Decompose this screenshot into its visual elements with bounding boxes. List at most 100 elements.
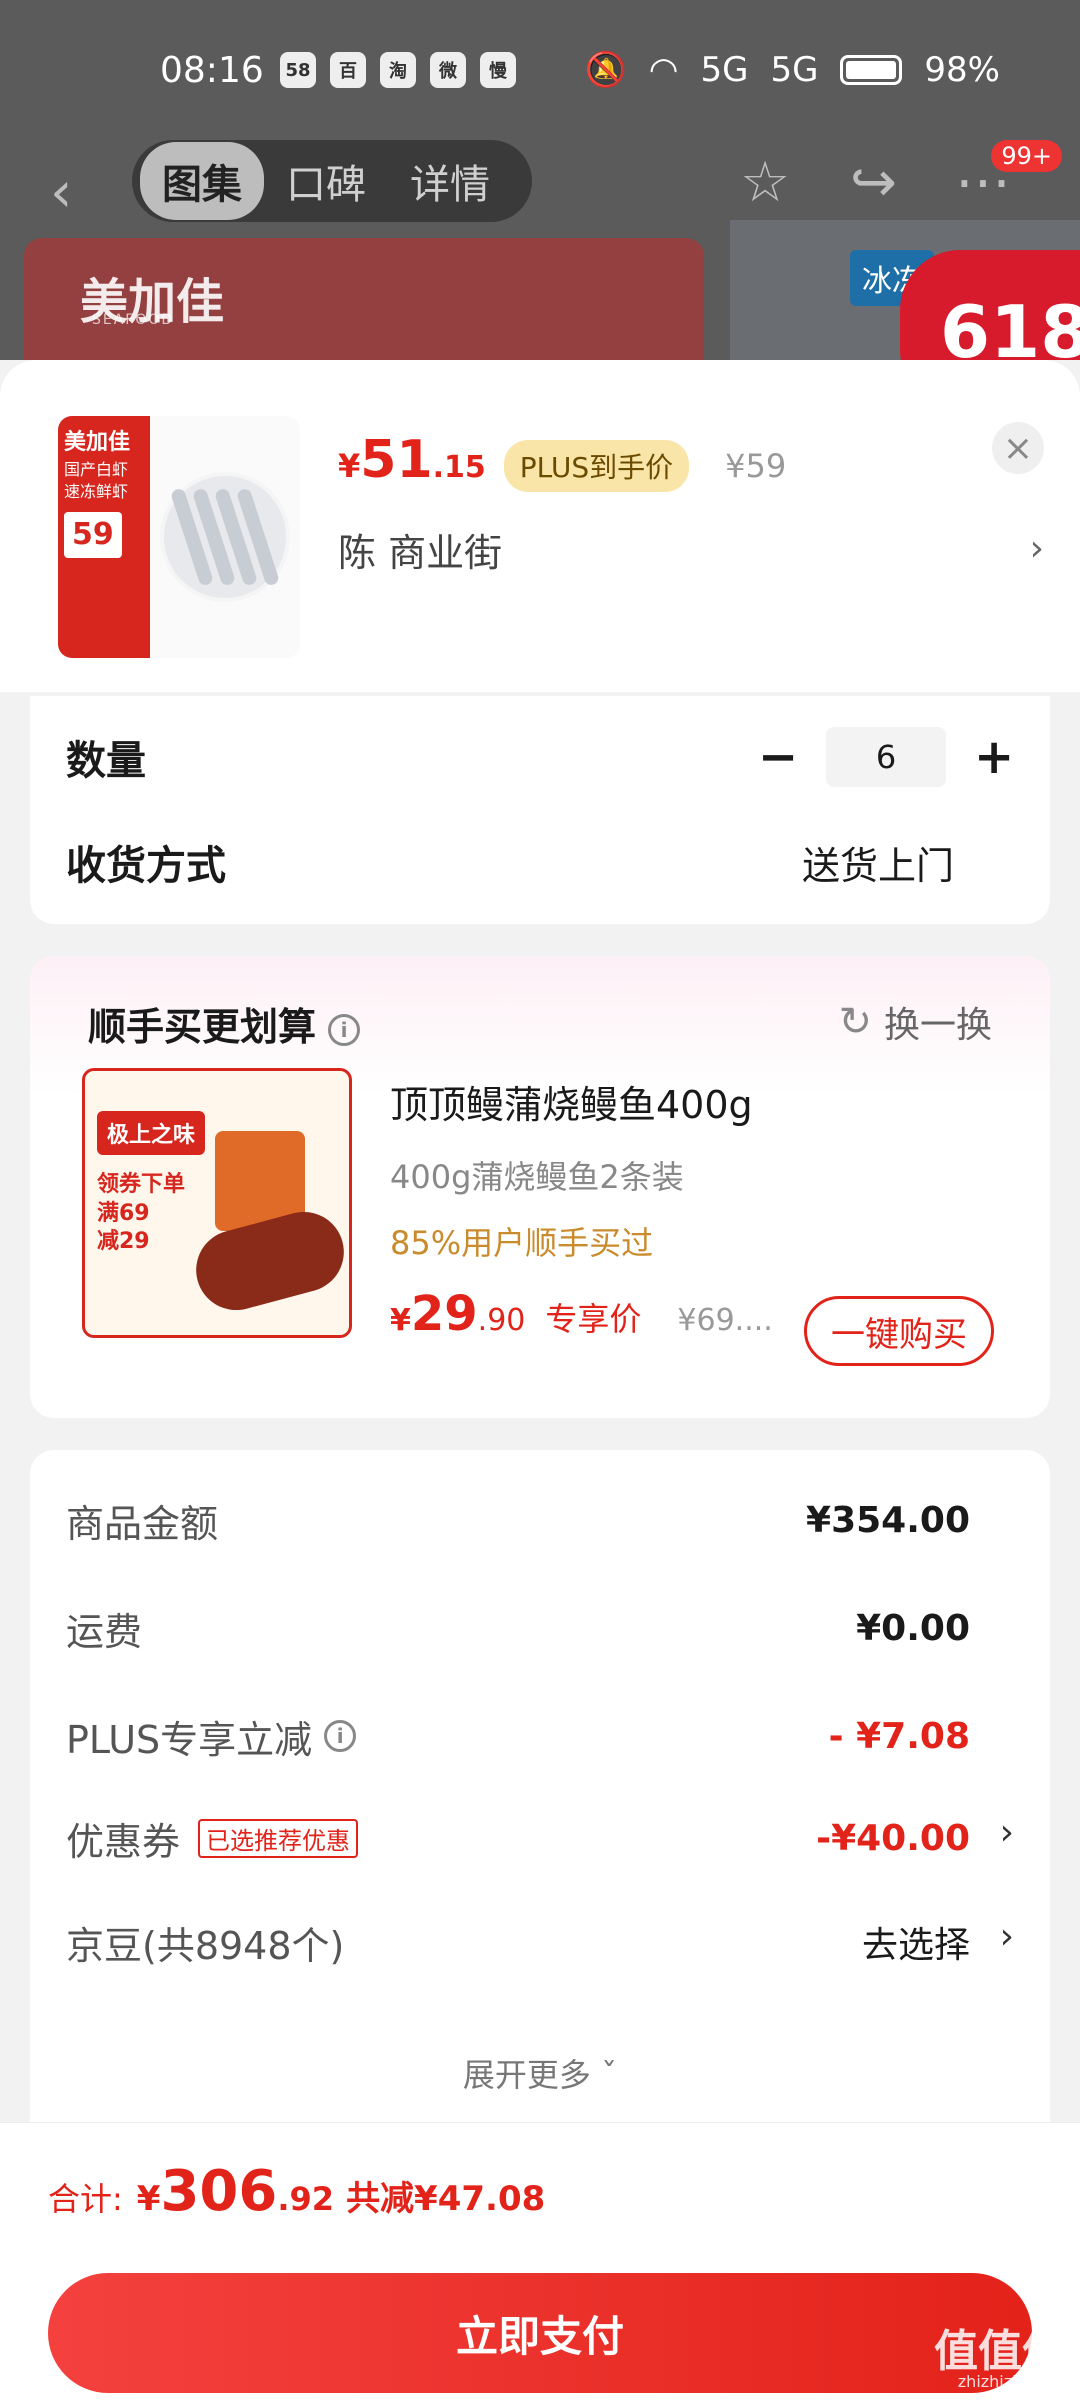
summary-value: - ¥7.08 <box>828 1715 970 1757</box>
app-taobao-icon: 淘 <box>380 52 416 88</box>
info-icon[interactable]: i <box>324 1720 357 1752</box>
chevron-right-icon[interactable]: › <box>1000 1812 1014 1853</box>
summary-label: 京豆(共8948个) <box>66 1923 345 1968</box>
one-click-buy-button[interactable]: 一键购买 <box>804 1296 994 1366</box>
eel-image <box>187 1202 349 1320</box>
recommend-product-image[interactable]: 极上之味 领券下单 满69 减29 <box>82 1068 352 1338</box>
checkout-sheet: 美加佳 国产白虾 速冻鲜虾 59 ¥ 51 .15 PLUS到手价 ¥59 × … <box>0 360 1080 2400</box>
message-badge: 99+ <box>991 140 1062 172</box>
recommend-card: 顺手买更划算 i ↻ 换一换 极上之味 领券下单 满69 减29 顶顶鳗蒲烧鳗鱼4… <box>30 956 1050 1418</box>
close-icon[interactable]: × <box>992 422 1044 474</box>
refresh-icon: ↻ <box>838 999 872 1045</box>
quantity-value[interactable]: 6 <box>826 727 946 787</box>
tab-gallery[interactable]: 图集 <box>140 142 264 220</box>
price-integer: 51 <box>360 430 433 490</box>
signal-5g-icon: 5G <box>700 50 749 90</box>
summary-value: ¥354.00 <box>806 1499 970 1541</box>
recommend-product-spec: 400g蒲烧鳗鱼2条装 <box>390 1158 684 1196</box>
decrement-button[interactable]: − <box>758 729 798 785</box>
recommend-original-price: ¥69.... <box>677 1303 773 1338</box>
app-weibo-icon: 微 <box>430 52 466 88</box>
price-currency: ¥ <box>338 447 361 485</box>
chevron-right-icon[interactable]: › <box>1030 528 1044 569</box>
swap-button[interactable]: ↻ 换一换 <box>838 996 992 1048</box>
quantity-row: 数量 − 6 + <box>66 722 1014 792</box>
thumbnail-shrimp-image <box>150 416 300 658</box>
delivery-address[interactable]: 陈 商业街 <box>338 522 502 577</box>
summary-row-coupon[interactable]: 优惠券 已选推荐优惠 -¥40.00 <box>66 1808 970 1868</box>
plus-price-tag: PLUS到手价 <box>503 440 690 492</box>
delivery-method-value: 送货上门 <box>801 843 954 888</box>
recommend-image-promo: 领券下单 满69 减29 <box>97 1171 185 1257</box>
summary-row-plus-discount: PLUS专享立减 i - ¥7.08 <box>66 1706 970 1766</box>
summary-value: -¥40.00 <box>816 1817 970 1859</box>
background-618-badge: 618 <box>900 250 1080 360</box>
summary-row-shipping: 运费 ¥0.00 <box>66 1598 970 1658</box>
checkout-bottom-bar: 合计: ¥ 306 .92 共减¥47.08 立即支付 <box>0 2122 1080 2400</box>
status-right: 🔕 ◠ 5G 5G 98% <box>584 50 1000 90</box>
sheet-header: 美加佳 国产白虾 速冻鲜虾 59 ¥ 51 .15 PLUS到手价 ¥59 × … <box>0 360 1080 692</box>
thumbnail-price: 59 <box>64 511 122 558</box>
info-icon[interactable]: i <box>328 1013 361 1046</box>
summary-label: 优惠券 <box>66 1819 181 1864</box>
shrimp-plate-image <box>160 472 290 602</box>
price-decimal: .15 <box>432 450 486 485</box>
promo-line: 满69 <box>97 1200 150 1226</box>
tab-reviews[interactable]: 口碑 <box>264 142 388 220</box>
price-summary-card: 商品金额 ¥354.00 运费 ¥0.00 PLUS专享立减 i - ¥7.08… <box>30 1450 1050 2150</box>
recommend-image-badge: 极上之味 <box>97 1111 206 1155</box>
back-icon[interactable]: ‹ <box>50 160 72 225</box>
thumbnail-promo-strip: 美加佳 国产白虾 速冻鲜虾 59 <box>58 416 150 658</box>
share-icon[interactable]: ↪ <box>850 150 897 215</box>
favorite-star-icon[interactable]: ☆ <box>740 150 790 215</box>
battery-icon <box>840 55 903 85</box>
app-58-icon: 58 <box>280 52 316 88</box>
recommend-product-name[interactable]: 顶顶鳗蒲烧鳗鱼400g <box>390 1074 753 1129</box>
total-decimal: .92 <box>277 2180 335 2218</box>
tab-details[interactable]: 详情 <box>388 142 512 220</box>
delivery-method-row[interactable]: 收货方式 送货上门 <box>66 822 1014 902</box>
delivery-method-label: 收货方式 <box>66 843 226 889</box>
summary-value: ¥0.00 <box>856 1607 970 1649</box>
site-watermark: 值值值 zhizhizhi.com <box>934 2330 1066 2390</box>
quantity-label: 数量 <box>66 738 146 784</box>
status-app-icons: 58 百 淘 微 慢 <box>280 52 516 88</box>
status-time: 08:16 <box>160 50 264 91</box>
summary-label: 运费 <box>66 1609 143 1654</box>
recommend-title-text: 顺手买更划算 <box>88 1005 317 1049</box>
coupon-tag: 已选推荐优惠 <box>198 1818 359 1858</box>
thumbnail-line: 国产白虾 <box>64 459 129 479</box>
summary-label: 商品金额 <box>66 1501 219 1546</box>
recommend-price-decimal: .90 <box>477 1303 526 1338</box>
expand-more-button[interactable]: 展开更多 ˇ <box>30 2050 1050 2096</box>
summary-row-jingdou[interactable]: 京豆(共8948个) 去选择 <box>66 1912 970 1972</box>
recommend-price-integer: 29 <box>410 1286 478 1342</box>
increment-button[interactable]: + <box>974 729 1014 785</box>
product-price-line: ¥ 51 .15 PLUS到手价 ¥59 <box>338 430 786 492</box>
recommend-price-line: ¥ 29 .90 专享价 ¥69.... <box>390 1286 797 1342</box>
nav-tab-group: 图集 口碑 详情 <box>132 140 532 222</box>
pay-now-button[interactable]: 立即支付 <box>48 2273 1032 2393</box>
total-saved: 共减¥47.08 <box>346 2179 546 2219</box>
summary-row-goods: 商品金额 ¥354.00 <box>66 1490 970 1550</box>
thumbnail-line: 速冻鲜虾 <box>64 482 129 502</box>
background-brand-sub: SEAFOOD <box>92 312 175 328</box>
total-integer: 306 <box>160 2159 278 2224</box>
order-options-card: 数量 − 6 + 收货方式 送货上门 <box>30 696 1050 924</box>
total-currency: ¥ <box>136 2179 161 2219</box>
app-man-icon: 慢 <box>480 52 516 88</box>
battery-percent: 98% <box>924 50 1000 90</box>
promo-line: 减29 <box>97 1229 150 1255</box>
chevron-right-icon[interactable]: › <box>1000 1916 1014 1957</box>
app-baidu-icon: 百 <box>330 52 366 88</box>
recommend-title: 顺手买更划算 i <box>88 996 361 1051</box>
total-line: 合计: ¥ 306 .92 共减¥47.08 <box>48 2159 545 2224</box>
thumbnail-brand: 美加佳 <box>64 430 131 455</box>
wifi-icon: ◠ <box>648 50 679 90</box>
swap-label: 换一换 <box>883 1005 992 1046</box>
product-thumbnail: 美加佳 国产白虾 速冻鲜虾 59 <box>58 416 300 658</box>
top-nav: ‹ 图集 口碑 详情 ☆ ↪ ⋯ 99+ <box>0 140 1080 240</box>
signal-5g-icon-2: 5G <box>770 50 819 90</box>
summary-label: PLUS专享立减 <box>66 1717 313 1762</box>
total-label: 合计: <box>48 2180 123 2218</box>
